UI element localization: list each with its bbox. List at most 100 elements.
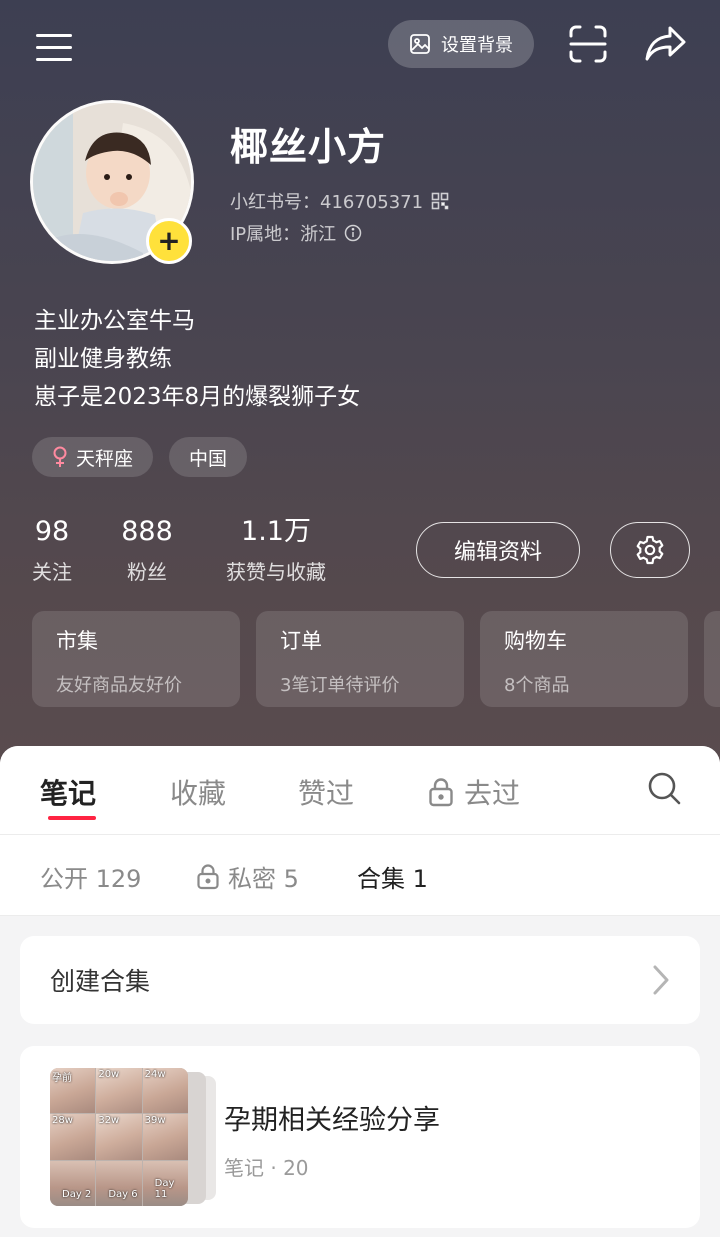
cart-card[interactable]: 购物车 8个商品 [480,611,688,707]
menu-icon-bar [36,58,72,61]
plus-icon: + [157,224,181,257]
cover-cell-label: 孕前 [52,1073,72,1084]
female-icon [53,446,67,467]
nickname: 椰丝小方 [230,125,387,169]
bio: 主业办公室牛马 副业健身教练 崽子是2023年8月的爆裂狮子女 [34,302,360,416]
user-id-row: 小红书号：416705371 [230,188,449,214]
cover-cell: 24w [142,1068,188,1114]
stat-label: 获赞与收藏 [226,560,326,584]
cover-cell: 28w [50,1114,96,1160]
tag-zodiac[interactable]: 天秤座 [32,437,154,477]
cover-cell-label: Day 11 [154,1177,175,1200]
cover-cell: 39w [142,1114,188,1160]
share-button[interactable] [642,20,690,68]
tab-label: 赞过 [298,777,355,810]
stat-value: 1.1万 [241,516,311,547]
subtab-private[interactable]: 私密 5 [196,859,299,894]
tab-visited[interactable]: 去过 [428,772,520,812]
market-card[interactable]: 市集 友好商品友好价 [32,611,240,707]
tab-label: 收藏 [170,777,227,810]
cover-cell: Day 2 [50,1160,96,1206]
content-sheet: 笔记 收藏 赞过 去过 公开 129 私密 5 合集 1 创建合集 孕前 20w… [0,746,720,1237]
subtab-label: 私密 5 [228,865,299,893]
active-tab-indicator [48,816,96,820]
user-id: 小红书号：416705371 [230,192,424,213]
edit-profile-button[interactable]: 编辑资料 [416,522,580,578]
scan-icon [569,25,607,63]
scan-button[interactable] [566,20,610,68]
cover-cell-label: 32w [98,1115,120,1127]
card-subtitle: 8个商品 [504,675,570,696]
stat-following[interactable]: 98 关注 [28,514,76,585]
subtab-public[interactable]: 公开 129 [40,859,141,894]
subtab-label: 合集 1 [357,865,428,893]
stat-value: 888 [121,516,173,547]
cover-cell-label: 28w [52,1115,73,1127]
lock-icon [429,778,453,807]
more-card-peek[interactable] [704,611,720,707]
bio-line: 副业健身教练 [34,346,172,372]
cover-cell: 32w [96,1114,142,1160]
card-subtitle: 3笔订单待评价 [280,675,400,696]
tab-label: 去过 [464,777,521,810]
collection-cover: 孕前 20w 24w 28w 32w 39w Day 2 Day 6 Day 1… [50,1068,188,1206]
bio-line: 崽子是2023年8月的爆裂狮子女 [34,384,361,410]
cover-cell: Day 11 [142,1160,188,1206]
menu-button[interactable] [30,26,78,68]
orders-card[interactable]: 订单 3笔订单待评价 [256,611,464,707]
stat-label: 关注 [32,560,72,584]
collection-card[interactable]: 孕前 20w 24w 28w 32w 39w Day 2 Day 6 Day 1… [20,1046,700,1228]
stat-likes[interactable]: 1.1万 获赞与收藏 [218,514,334,585]
add-avatar-button[interactable]: + [146,218,192,264]
ip-location-row: IP属地：浙江 [230,220,362,246]
set-background-label: 设置背景 [441,35,513,56]
subtab-collections[interactable]: 合集 1 [357,859,428,894]
tab-collections[interactable]: 收藏 [170,772,226,812]
cover-cell-label: 39w [144,1115,166,1127]
tab-liked[interactable]: 赞过 [298,772,354,812]
create-collection-label: 创建合集 [50,967,151,996]
share-icon [645,26,686,61]
image-icon [410,34,430,54]
ip-location: IP属地：浙江 [230,224,337,245]
cover-cell-label: 24w [144,1069,166,1080]
cover-cell: 孕前 [50,1068,96,1114]
lock-icon [197,863,219,889]
tag-region[interactable]: 中国 [169,437,248,477]
set-background-button[interactable]: 设置背景 [388,20,534,68]
tag-label: 中国 [189,447,228,470]
bio-line: 主业办公室牛马 [34,308,195,334]
card-title: 市集 [56,629,98,653]
tag-label: 天秤座 [76,447,134,470]
stat-value: 98 [34,516,70,547]
cover-cell: 20w [96,1068,142,1114]
gear-icon [636,535,664,565]
cover-cell-label: Day 6 [108,1188,138,1200]
create-collection-row[interactable]: 创建合集 [20,936,700,1024]
card-title: 购物车 [504,629,567,653]
settings-button[interactable] [610,522,690,578]
card-title: 订单 [280,629,322,653]
tab-notes[interactable]: 笔记 [40,772,96,812]
card-subtitle: 友好商品友好价 [56,675,182,696]
note-filter-tabs: 公开 129 私密 5 合集 1 [0,835,720,916]
avatar-container[interactable]: + [30,100,194,264]
chevron-right-icon [653,965,669,995]
cover-cell: Day 6 [96,1160,142,1206]
menu-icon [36,34,72,37]
search-icon [648,772,681,805]
main-tabs: 笔记 收藏 赞过 去过 [0,746,720,835]
info-icon[interactable] [344,224,362,242]
profile-tags: 天秤座 中国 [32,437,248,477]
stat-followers[interactable]: 888 粉丝 [118,514,176,585]
collection-meta: 笔记 · 20 [224,1156,309,1180]
collection-title: 孕期相关经验分享 [224,1105,440,1136]
cover-cell-label: Day 2 [62,1188,92,1200]
stat-label: 粉丝 [127,560,167,584]
qrcode-icon[interactable] [431,192,449,210]
cover-cell-label: 20w [98,1069,120,1080]
search-button[interactable] [646,770,690,814]
profile-header: 设置背景 + 椰丝小方 小红书号：416705371 IP属地：浙江 主业办公室… [0,0,720,790]
tab-label: 笔记 [40,777,97,810]
subtab-label: 公开 129 [40,865,142,893]
